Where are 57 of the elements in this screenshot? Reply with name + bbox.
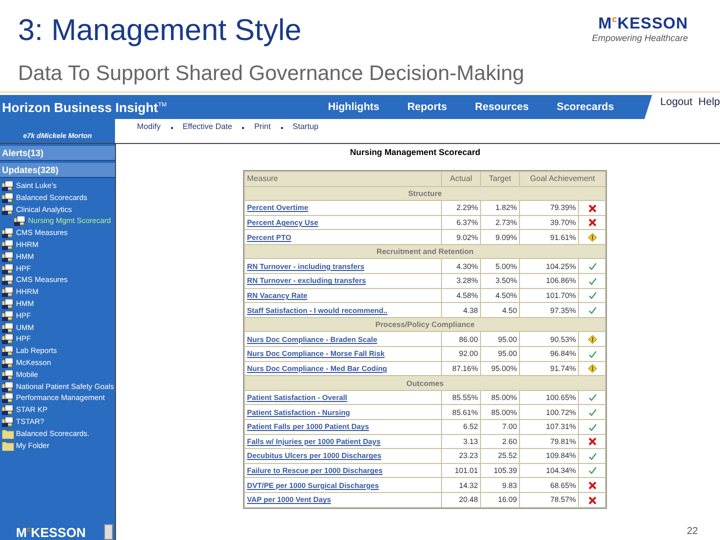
logo-tagline: Empowering Healthcare <box>592 33 688 44</box>
column-header: Measure <box>245 172 441 186</box>
account-link[interactable]: Help <box>698 96 720 108</box>
cross-icon <box>588 204 596 213</box>
account-link[interactable]: Logout <box>660 96 692 108</box>
folder-report-icon <box>2 416 14 427</box>
warning-diamond-icon <box>588 364 596 374</box>
sidebar-panel[interactable]: Updates(328) <box>0 163 115 178</box>
sidebar-panel[interactable]: Alerts(13) <box>0 146 115 161</box>
folder-report-icon <box>2 264 14 274</box>
column-header: Target <box>481 172 519 186</box>
column-header: Actual <box>442 172 480 186</box>
cross-icon <box>588 480 596 490</box>
warning-diamond-icon <box>588 232 596 242</box>
column-header: Goal Achievement <box>520 172 605 186</box>
folder-report-icon <box>2 204 14 215</box>
checkmark-icon <box>588 350 596 359</box>
scorecard-title: Nursing Management Scorecard <box>349 146 480 159</box>
folder-report-icon <box>2 322 14 333</box>
warning-diamond-icon <box>588 334 596 344</box>
slide-subtitle: Data To Support Shared Governance Decision-Making <box>18 62 524 86</box>
folder-report-icon <box>2 287 14 298</box>
folder-icon <box>2 428 14 439</box>
slide-title: 3: Management Style <box>18 13 302 49</box>
folder-report-icon <box>2 334 14 344</box>
toolbar-link[interactable]: Modify <box>137 122 161 131</box>
nav-link[interactable]: Highlights <box>328 101 380 113</box>
folder-report-icon <box>2 252 14 262</box>
nav-link[interactable]: Reports <box>407 101 448 113</box>
folder-report-icon <box>2 346 14 356</box>
folder-report-icon <box>2 192 14 203</box>
company-logo: M$^{c}$KESSON <box>16 525 86 540</box>
page-number: 22 <box>686 526 698 537</box>
company-logo: M$^{c}$KESSON <box>598 14 688 34</box>
cross-icon <box>588 496 596 505</box>
folder-report-icon <box>2 240 14 250</box>
toolbar-link[interactable]: Effective Date <box>182 122 232 131</box>
folder-report-icon <box>14 216 26 226</box>
app-title: Horizon Business Insight$^{TM}$ <box>1 100 168 114</box>
folder-report-icon <box>2 310 14 321</box>
toolbar-link[interactable]: Print <box>254 122 271 131</box>
nav-link[interactable]: Scorecards <box>556 101 614 113</box>
folder-report-icon <box>2 181 14 191</box>
nav-link[interactable]: Resources <box>475 101 529 113</box>
scrollbar[interactable] <box>104 524 113 540</box>
folder-report-icon <box>2 382 14 392</box>
folder-report-icon <box>2 370 14 380</box>
folder-report-icon <box>2 228 14 238</box>
cross-icon <box>588 218 596 228</box>
folder-report-icon <box>2 358 14 368</box>
folder-report-icon <box>2 393 14 404</box>
folder-report-icon <box>2 298 14 309</box>
cross-icon <box>588 437 596 446</box>
toolbar-link[interactable]: Startup <box>292 122 318 131</box>
folder-report-icon <box>2 405 14 416</box>
folder-report-icon <box>2 275 14 286</box>
folder-icon <box>2 440 14 451</box>
